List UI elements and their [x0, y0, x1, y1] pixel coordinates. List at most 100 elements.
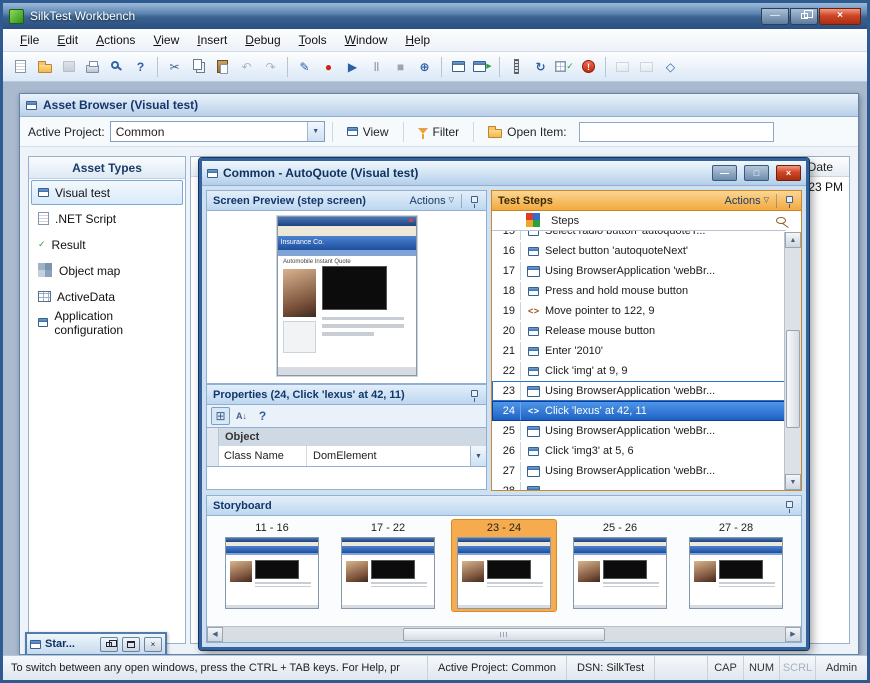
save-button[interactable] [57, 55, 80, 78]
scrollbar-thumb[interactable] [786, 330, 800, 428]
storyboard-item[interactable]: 11 - 16 [219, 519, 325, 612]
ruler-tool-button[interactable] [505, 55, 528, 78]
identify-object-button[interactable]: ⊕ [413, 55, 436, 78]
asset-type-object-map[interactable]: Object map [31, 258, 183, 283]
new-button[interactable] [9, 55, 32, 78]
layout-horizontal-button[interactable] [611, 55, 634, 78]
menu-edit[interactable]: Edit [48, 30, 87, 50]
menu-help[interactable]: Help [396, 30, 439, 50]
restore-button[interactable] [790, 8, 818, 25]
pause-button[interactable]: ‖ [365, 55, 388, 78]
storyboard-item[interactable]: 25 - 26 [567, 519, 673, 612]
mini-close-button[interactable]: × [144, 637, 162, 652]
asset-type-result[interactable]: ✓ Result [31, 232, 183, 257]
pin-icon[interactable] [471, 196, 478, 203]
diamond-tool-button[interactable]: ◇ [659, 55, 682, 78]
scroll-right-button[interactable]: ▶ [785, 627, 801, 642]
help-button[interactable]: ? [129, 55, 152, 78]
asset-type-visual-test[interactable]: Visual test [31, 180, 183, 205]
action-icon [528, 347, 539, 356]
paste-button[interactable] [211, 55, 234, 78]
filter-button[interactable]: Filter [411, 123, 467, 141]
test-step-row[interactable]: 16 Select button 'autoquoteNext' [492, 241, 786, 261]
test-step-row[interactable]: 19 < > Move pointer to 122, 9 [492, 301, 786, 321]
test-steps-actions-button[interactable]: Actions ▽ [725, 195, 769, 207]
redo-button[interactable]: ↷ [259, 55, 282, 78]
sync-button[interactable]: ↻ [529, 55, 552, 78]
asset-type-activedata[interactable]: ActiveData [31, 284, 183, 309]
mini-restore-button[interactable] [100, 637, 118, 652]
combo-arrow-button[interactable]: ▼ [307, 122, 324, 141]
test-step-row[interactable]: 20 Release mouse button [492, 321, 786, 341]
pin-icon[interactable] [786, 501, 793, 508]
storyboard-scrollbar[interactable]: ◀ ▶ [207, 626, 801, 642]
scrollbar-track[interactable] [223, 627, 785, 642]
test-step-row[interactable]: 26 Click 'img3' at 5, 6 [492, 441, 786, 461]
test-step-row[interactable]: 28 [492, 481, 786, 490]
open-button[interactable] [33, 55, 56, 78]
verify-button[interactable]: ✓ [553, 55, 576, 78]
scroll-left-button[interactable]: ◀ [207, 627, 223, 642]
layout-vertical-button[interactable] [635, 55, 658, 78]
undo-button[interactable]: ↶ [235, 55, 258, 78]
new-window-button[interactable] [447, 55, 470, 78]
test-step-row[interactable]: 27 Using BrowserApplication 'webBr... [492, 461, 786, 481]
asset-type-app-configuration[interactable]: Application configuration [31, 310, 183, 335]
categorized-button[interactable]: ⊞ [211, 407, 230, 425]
property-value-dropdown[interactable]: ▼ [470, 446, 486, 466]
export-window-button[interactable]: ▶ [471, 55, 494, 78]
view-button[interactable]: View [340, 123, 396, 141]
test-step-row[interactable]: 15 Select radio button 'autoquoteT... [492, 231, 786, 241]
cut-button[interactable]: ✂ [163, 55, 186, 78]
stop-button[interactable]: ■ [389, 55, 412, 78]
scroll-down-button[interactable]: ▼ [785, 474, 801, 490]
test-step-row-selected[interactable]: 24 < > Click 'lexus' at 42, 11 [492, 401, 786, 421]
test-step-row[interactable]: 17 Using BrowserApplication 'webBr... [492, 261, 786, 281]
lasso-icon[interactable] [776, 217, 786, 224]
test-step-row[interactable]: 21 Enter '2010' [492, 341, 786, 361]
doc-minimize-button[interactable]: — [712, 165, 737, 181]
menu-file[interactable]: File [11, 30, 48, 50]
steps-column-header[interactable]: Steps [492, 211, 786, 231]
storyboard-item[interactable]: 27 - 28 [683, 519, 789, 612]
mini-maximize-button[interactable] [122, 637, 140, 652]
minimize-button[interactable]: — [761, 8, 789, 25]
copy-button[interactable] [187, 55, 210, 78]
edit-script-button[interactable]: ✎ [293, 55, 316, 78]
storyboard-item[interactable]: 17 - 22 [335, 519, 441, 612]
alphabetical-button[interactable]: A↓ [232, 407, 251, 425]
doc-close-button[interactable]: × [776, 165, 801, 181]
close-button[interactable]: × [819, 8, 861, 25]
menu-tools[interactable]: Tools [290, 30, 336, 50]
test-step-row[interactable]: 23 Using BrowserApplication 'webBr... [492, 381, 786, 401]
screen-preview-actions-button[interactable]: Actions ▽ [410, 195, 454, 207]
web-page-thumbnail[interactable]: Insurance Co. Automobile Instant Quote [277, 216, 417, 376]
test-step-row[interactable]: 25 Using BrowserApplication 'webBr... [492, 421, 786, 441]
scrollbar-thumb[interactable] [403, 628, 605, 641]
menu-window[interactable]: Window [336, 30, 397, 50]
menu-actions[interactable]: Actions [87, 30, 144, 50]
storyboard-item-selected[interactable]: 23 - 24 [451, 519, 557, 612]
test-step-row[interactable]: 18 Press and hold mouse button [492, 281, 786, 301]
find-button[interactable] [105, 55, 128, 78]
test-step-row[interactable]: 22 Click 'img' at 9, 9 [492, 361, 786, 381]
print-button[interactable] [81, 55, 104, 78]
asset-type-net-script[interactable]: .NET Script [31, 206, 183, 231]
property-category-row[interactable]: Object [206, 428, 487, 446]
scroll-up-button[interactable]: ▲ [785, 232, 801, 248]
open-item-button[interactable]: Open Item: [481, 123, 573, 141]
record-button[interactable]: ● [317, 55, 340, 78]
test-steps-scrollbar[interactable]: ▲ ▼ [784, 232, 801, 490]
property-help-button[interactable]: ? [253, 407, 272, 425]
menu-insert[interactable]: Insert [188, 30, 236, 50]
play-button[interactable]: ▶ [341, 55, 364, 78]
menu-view[interactable]: View [144, 30, 188, 50]
property-row[interactable]: Class Name DomElement ▼ [206, 446, 487, 467]
pin-icon[interactable] [471, 390, 478, 397]
doc-maximize-button[interactable]: □ [744, 165, 769, 181]
pin-icon[interactable] [786, 196, 793, 203]
menu-debug[interactable]: Debug [236, 30, 289, 50]
error-button[interactable]: ! [577, 55, 600, 78]
open-item-input[interactable] [579, 122, 774, 142]
active-project-combobox[interactable]: Common ▼ [110, 121, 325, 142]
